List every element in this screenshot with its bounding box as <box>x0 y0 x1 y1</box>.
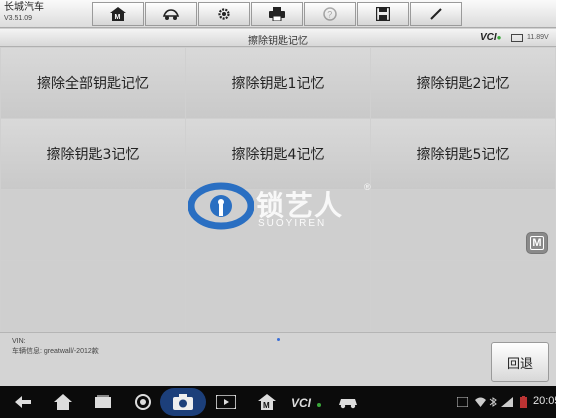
vehicle-swap-button[interactable] <box>145 2 197 26</box>
settings-button[interactable] <box>198 2 250 26</box>
vehicle-info: 车辆信息: greatwall/-2012款 <box>12 348 99 355</box>
function-grid: 擦除全部钥匙记忆 擦除钥匙1记忆 擦除钥匙2记忆 擦除钥匙3记忆 擦除钥匙4记忆… <box>0 48 556 332</box>
empty-cell <box>1 261 185 331</box>
bluetooth-icon <box>488 392 498 412</box>
back-arrow-icon <box>15 396 31 408</box>
brand-name: 长城汽车 <box>4 2 44 13</box>
page-indicator <box>277 338 280 341</box>
svg-text:M: M <box>263 401 270 410</box>
vci-icon: VCI <box>291 396 321 409</box>
camera-icon <box>173 394 193 410</box>
chrome-app-button[interactable] <box>132 392 154 412</box>
car-app-button[interactable] <box>336 392 360 412</box>
nav-back-button[interactable] <box>12 392 34 412</box>
empty-cell <box>1 190 185 260</box>
menu-item-erase-key-5[interactable]: 擦除钥匙5记忆 <box>371 119 555 189</box>
back-button[interactable]: 回退 <box>491 342 549 382</box>
home-icon: M <box>110 7 126 21</box>
svg-text:VCI: VCI <box>291 396 312 409</box>
car-swap-icon <box>162 9 180 20</box>
nav-home-button[interactable] <box>52 392 74 412</box>
car-icon <box>339 399 357 409</box>
screenshot-status-icon <box>456 392 468 412</box>
media-app-button[interactable] <box>214 392 238 412</box>
floppy-icon <box>376 7 390 21</box>
app-version: V3.51.09 <box>4 15 33 22</box>
battery-voltage: 11.89V <box>527 34 549 41</box>
footer-info: VIN: 车辆信息: greatwall/-2012款 <box>0 332 556 386</box>
help-icon: ? <box>323 7 337 21</box>
edit-button[interactable] <box>410 2 462 26</box>
title-bar: 擦除钥匙记忆 VCI● 11.89V <box>0 29 556 47</box>
menu-item-erase-key-1[interactable]: 擦除钥匙1记忆 <box>186 48 370 118</box>
diag-home-app-button[interactable]: M <box>256 392 278 412</box>
svg-text:M: M <box>115 14 121 21</box>
empty-cell <box>186 190 370 260</box>
brand: 长城汽车 V3.51.09 <box>4 2 74 24</box>
vci-connected-icon: ● <box>496 33 502 42</box>
svg-text:?: ? <box>327 10 332 20</box>
vci-status: VCI● <box>480 32 502 43</box>
home-m-icon: M <box>258 394 276 410</box>
menu-item-erase-key-3[interactable]: 擦除钥匙3记忆 <box>1 119 185 189</box>
app-frame: 长城汽车 V3.51.09 M ? 擦除钥匙记忆 VCI● 11.89V 擦除全… <box>0 0 561 418</box>
empty-cell <box>371 261 555 331</box>
home-icon <box>54 394 72 410</box>
gear-icon <box>218 8 230 20</box>
printer-icon <box>269 7 285 21</box>
wifi-icon <box>474 392 486 412</box>
android-nav-bar: M VCI 20:05 <box>0 386 561 418</box>
vci-label: VCI <box>480 32 497 43</box>
floating-menu-button[interactable]: M <box>526 232 548 254</box>
menu-item-erase-key-2[interactable]: 擦除钥匙2记忆 <box>371 48 555 118</box>
nav-recents-button[interactable] <box>92 392 114 412</box>
signal-icon <box>500 392 514 412</box>
screen-edge <box>556 0 564 418</box>
recent-apps-icon <box>95 395 111 408</box>
top-toolbar: 长城汽车 V3.51.09 M ? <box>0 0 556 28</box>
pen-icon <box>430 8 442 20</box>
print-button[interactable] <box>251 2 303 26</box>
camera-app-button[interactable] <box>170 392 196 412</box>
menu-item-erase-all-keys[interactable]: 擦除全部钥匙记忆 <box>1 48 185 118</box>
battery-icon <box>511 34 523 42</box>
browser-icon <box>135 394 151 410</box>
empty-cell <box>186 261 370 331</box>
vin-label: VIN: <box>12 338 26 345</box>
media-icon <box>216 395 236 409</box>
menu-item-erase-key-4[interactable]: 擦除钥匙4记忆 <box>186 119 370 189</box>
battery-status-icon <box>516 392 530 412</box>
save-button[interactable] <box>357 2 409 26</box>
m-icon: M <box>530 236 544 250</box>
help-button[interactable]: ? <box>304 2 356 26</box>
page-title: 擦除钥匙记忆 <box>248 36 308 47</box>
home-button[interactable]: M <box>92 2 144 26</box>
vci-app-button[interactable]: VCI <box>290 392 324 412</box>
